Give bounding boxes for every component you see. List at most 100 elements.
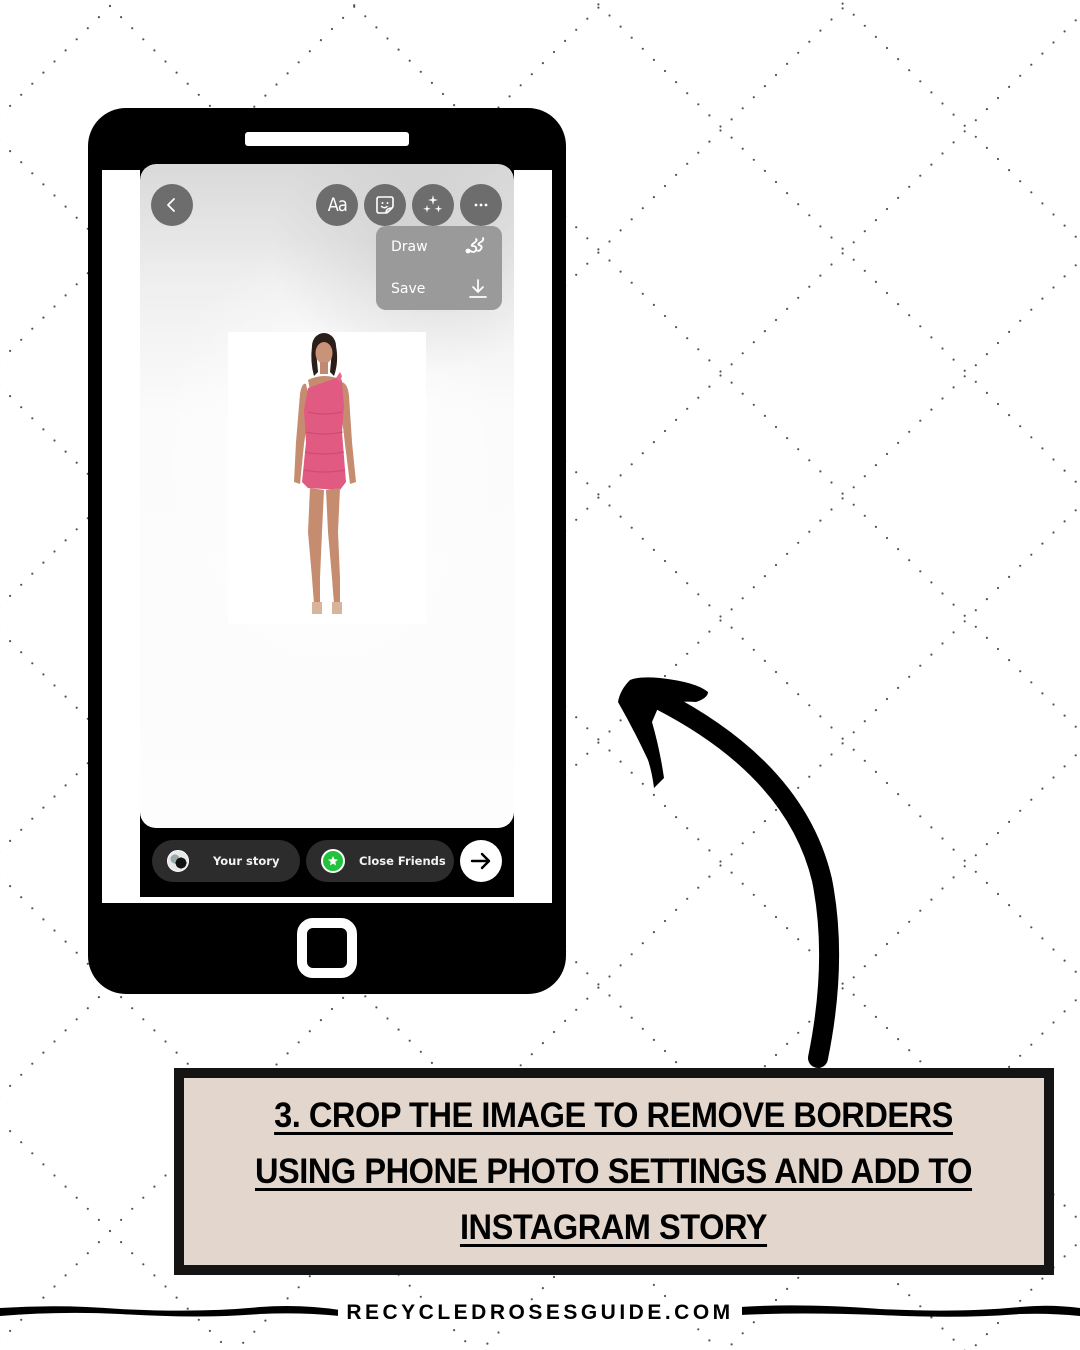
website-url[interactable]: RECYCLEDROSESGUIDE.COM — [0, 1301, 1080, 1325]
pattern-dot — [608, 485, 611, 488]
pattern-dot — [686, 337, 689, 340]
pattern-dot — [885, 1026, 889, 1030]
website-url-text: RECYCLEDROSESGUIDE.COM — [338, 1301, 742, 1324]
pattern-dot — [797, 203, 800, 206]
pattern-dot — [153, 1274, 156, 1277]
pattern-dot — [863, 269, 866, 272]
product-photo[interactable] — [228, 332, 426, 624]
pattern-dot — [131, 27, 134, 30]
pattern-dot — [897, 303, 900, 306]
pattern-dot — [20, 583, 23, 586]
pattern-dot — [963, 620, 966, 623]
menu-item-draw[interactable]: Draw — [376, 226, 502, 268]
sticker-button[interactable] — [364, 184, 406, 226]
pattern-dot — [952, 876, 955, 879]
pattern-dot — [974, 119, 977, 122]
pattern-dot — [952, 141, 955, 144]
pattern-dot — [663, 69, 667, 73]
pattern-dot — [863, 24, 866, 27]
caption-line-2: USING PHONE PHOTO SETTINGS AND ADD TO — [255, 1151, 973, 1191]
pattern-dot — [597, 3, 600, 6]
pattern-dot — [741, 597, 744, 600]
pattern-dot — [586, 727, 589, 730]
your-story-button[interactable]: Your story — [152, 840, 300, 882]
pattern-dot — [20, 896, 23, 899]
pattern-dot — [930, 653, 933, 656]
pattern-dot — [952, 113, 955, 116]
pattern-dot — [974, 1344, 977, 1347]
pattern-dot — [1030, 1288, 1033, 1291]
pattern-dot — [1030, 191, 1033, 194]
pattern-dot — [1052, 703, 1055, 706]
pattern-dot — [575, 1008, 578, 1011]
pattern-dot — [175, 1051, 178, 1054]
close-friends-button[interactable]: Close Friends — [306, 840, 454, 882]
pattern-dot — [53, 1285, 56, 1288]
pattern-dot — [586, 482, 589, 485]
pattern-dot — [686, 92, 689, 95]
pattern-dot — [9, 150, 12, 153]
pattern-dot — [619, 229, 622, 232]
back-button[interactable] — [151, 184, 193, 226]
pattern-dot — [9, 839, 12, 843]
pattern-dot — [741, 1332, 744, 1335]
more-options-button[interactable] — [460, 184, 502, 226]
pattern-dot — [120, 1218, 123, 1221]
pattern-dot — [963, 130, 966, 133]
pattern-dot — [453, 104, 456, 107]
pattern-dot — [730, 381, 733, 384]
close-friends-label: Close Friends — [359, 854, 446, 868]
pattern-dot — [697, 396, 700, 399]
pattern-dot — [752, 158, 755, 161]
pattern-dot — [941, 397, 944, 400]
pattern-dot — [941, 592, 944, 595]
pattern-dot — [985, 108, 989, 111]
pattern-dot — [597, 6, 600, 9]
pattern-dot — [675, 81, 678, 84]
pattern-dot — [64, 450, 67, 453]
pattern-dot — [142, 1196, 145, 1199]
pattern-dot — [985, 391, 989, 394]
next-button[interactable] — [460, 840, 502, 882]
pattern-dot — [86, 1207, 89, 1210]
pattern-dot — [897, 931, 900, 935]
pattern-dot — [1019, 809, 1022, 812]
pattern-dot — [297, 1286, 300, 1289]
pattern-dot — [741, 352, 744, 355]
pattern-dot — [1063, 765, 1066, 768]
pattern-dot — [985, 598, 989, 601]
pattern-dot — [630, 463, 633, 466]
pattern-dot — [330, 1007, 334, 1011]
share-bar: Your story Close Friends — [140, 840, 514, 884]
menu-item-save[interactable]: Save — [376, 268, 502, 310]
pattern-dot — [930, 91, 933, 94]
pattern-dot — [952, 848, 955, 851]
pattern-dot — [42, 806, 45, 809]
pattern-dot — [863, 720, 866, 723]
pattern-dot — [708, 140, 711, 143]
pattern-dot — [1063, 1255, 1066, 1258]
pattern-dot — [42, 428, 45, 431]
pattern-dot — [885, 536, 889, 540]
pattern-dot — [752, 648, 755, 651]
pattern-dot — [75, 1018, 78, 1021]
pattern-dot — [974, 609, 977, 612]
pattern-dot — [42, 561, 45, 564]
pattern-dot — [164, 1174, 167, 1177]
pattern-dot — [752, 403, 755, 406]
pattern-dot — [575, 763, 578, 766]
pattern-dot — [741, 107, 744, 110]
pattern-dot — [552, 1030, 556, 1034]
pattern-dot — [197, 93, 200, 96]
effects-button[interactable] — [412, 184, 454, 226]
pattern-dot — [530, 73, 533, 76]
pattern-dot — [53, 684, 56, 687]
pattern-dot — [963, 859, 966, 862]
pattern-dot — [752, 341, 755, 344]
pattern-dot — [1052, 458, 1055, 461]
your-story-label: Your story — [213, 854, 280, 868]
pattern-dot — [31, 817, 34, 820]
text-tool-button[interactable]: Aa — [316, 184, 358, 226]
pattern-dot — [1074, 509, 1077, 512]
pattern-dot — [186, 82, 189, 85]
